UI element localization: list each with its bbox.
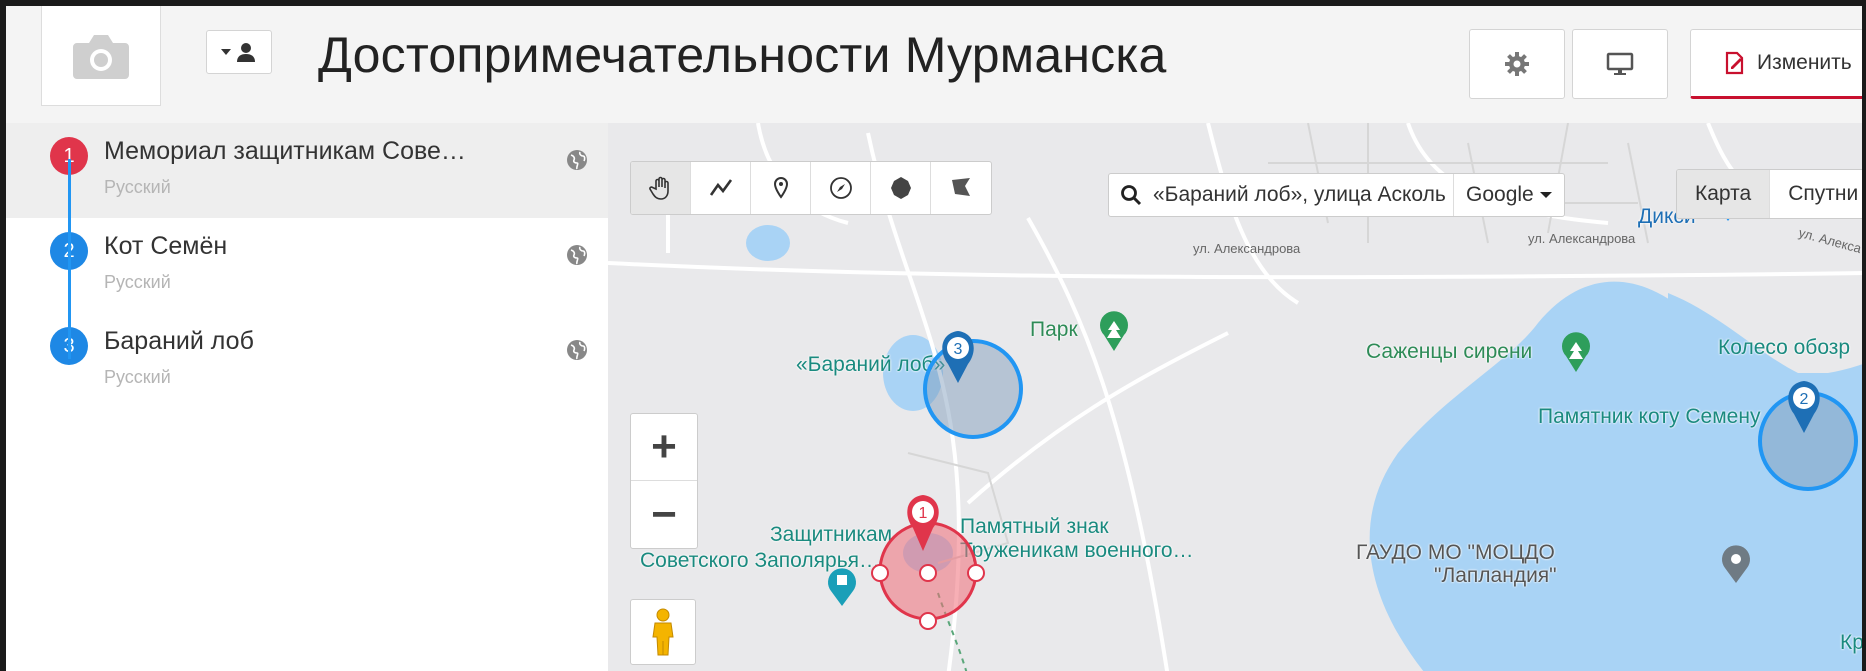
polyline-icon	[709, 179, 732, 196]
monitor-icon	[1606, 52, 1634, 75]
search-input[interactable]	[1153, 174, 1453, 216]
app-frame: Достопримечательности Мурманска Изменить…	[0, 0, 1866, 671]
marker-number: 1	[919, 505, 928, 522]
camera-icon	[73, 34, 129, 79]
tab-satellite[interactable]: Спутни	[1770, 170, 1866, 218]
provider-label: Google	[1466, 183, 1534, 206]
presentation-button[interactable]	[1572, 29, 1668, 99]
marker-number: 3	[954, 341, 963, 358]
monument-icon[interactable]	[828, 568, 856, 606]
pan-tool[interactable]	[631, 162, 691, 214]
marker-number: 2	[1800, 391, 1809, 408]
marker-tool[interactable]	[751, 162, 811, 214]
page-title: Достопримечательности Мурманска	[318, 27, 1167, 83]
circle-tool[interactable]	[871, 162, 931, 214]
globe-icon[interactable]	[566, 244, 588, 266]
edit-label: Изменить	[1757, 51, 1852, 74]
polygon-tool[interactable]	[931, 162, 991, 214]
circle-icon	[890, 177, 911, 199]
item-language: Русский	[104, 177, 171, 197]
compass-icon	[829, 177, 852, 199]
timeline-line	[68, 159, 71, 359]
story-list: 1 Мемориал защитникам Сове… Русский 2 Ко…	[6, 123, 608, 671]
park-icon[interactable]	[1562, 332, 1590, 372]
item-title: Мемориал защитникам Сове…	[104, 137, 466, 165]
street-view-button[interactable]	[630, 599, 696, 665]
park-icon[interactable]	[1100, 311, 1128, 351]
poi-pin-icon[interactable]	[1722, 545, 1751, 583]
tab-map[interactable]: Карта	[1677, 170, 1771, 218]
zoom-in-button[interactable]: +	[631, 414, 697, 481]
marker-radius-circle[interactable]	[923, 339, 1023, 439]
map-canvas[interactable]: ул. Александрова ул. Александрова ул. Ал…	[608, 123, 1866, 671]
list-item[interactable]: 1 Мемориал защитникам Сове… Русский	[6, 123, 608, 218]
item-title: Кот Семён	[104, 232, 228, 260]
resize-handle[interactable]	[919, 564, 937, 582]
caret-down-icon	[1539, 192, 1552, 198]
settings-button[interactable]	[1469, 29, 1565, 99]
item-language: Русский	[104, 272, 171, 292]
resize-handle[interactable]	[919, 612, 937, 630]
edit-icon	[1725, 51, 1744, 75]
globe-icon[interactable]	[566, 149, 588, 171]
globe-icon[interactable]	[566, 339, 588, 361]
marker-icon	[773, 176, 788, 199]
pegman-icon	[652, 608, 674, 656]
search-icon[interactable]	[1109, 174, 1153, 216]
drawing-toolbar	[630, 161, 992, 215]
map-type-toggle: Карта Спутни	[1676, 169, 1866, 219]
polyline-tool[interactable]	[691, 162, 751, 214]
item-title: Бараний лоб	[104, 327, 254, 355]
item-language: Русский	[104, 367, 171, 387]
hand-icon	[648, 176, 669, 200]
gear-icon	[1505, 52, 1529, 76]
zoom-out-button[interactable]: −	[631, 481, 697, 548]
polygon-icon	[952, 178, 970, 196]
user-icon	[237, 43, 255, 62]
map-search: Google	[1108, 173, 1565, 217]
list-item[interactable]: 2 Кот Семён Русский	[6, 218, 608, 313]
resize-handle[interactable]	[871, 564, 889, 582]
resize-handle[interactable]	[967, 564, 985, 582]
direction-tool[interactable]	[811, 162, 871, 214]
author-dropdown-button[interactable]	[206, 30, 272, 74]
search-provider-dropdown[interactable]: Google	[1453, 174, 1564, 216]
caret-down-icon	[221, 49, 231, 55]
zoom-control: + −	[630, 413, 698, 549]
header: Достопримечательности Мурманска Изменить	[6, 6, 1866, 123]
edit-button[interactable]: Изменить	[1690, 29, 1866, 99]
list-item[interactable]: 3 Бараний лоб Русский	[6, 313, 608, 408]
cover-photo-button[interactable]	[41, 6, 161, 106]
